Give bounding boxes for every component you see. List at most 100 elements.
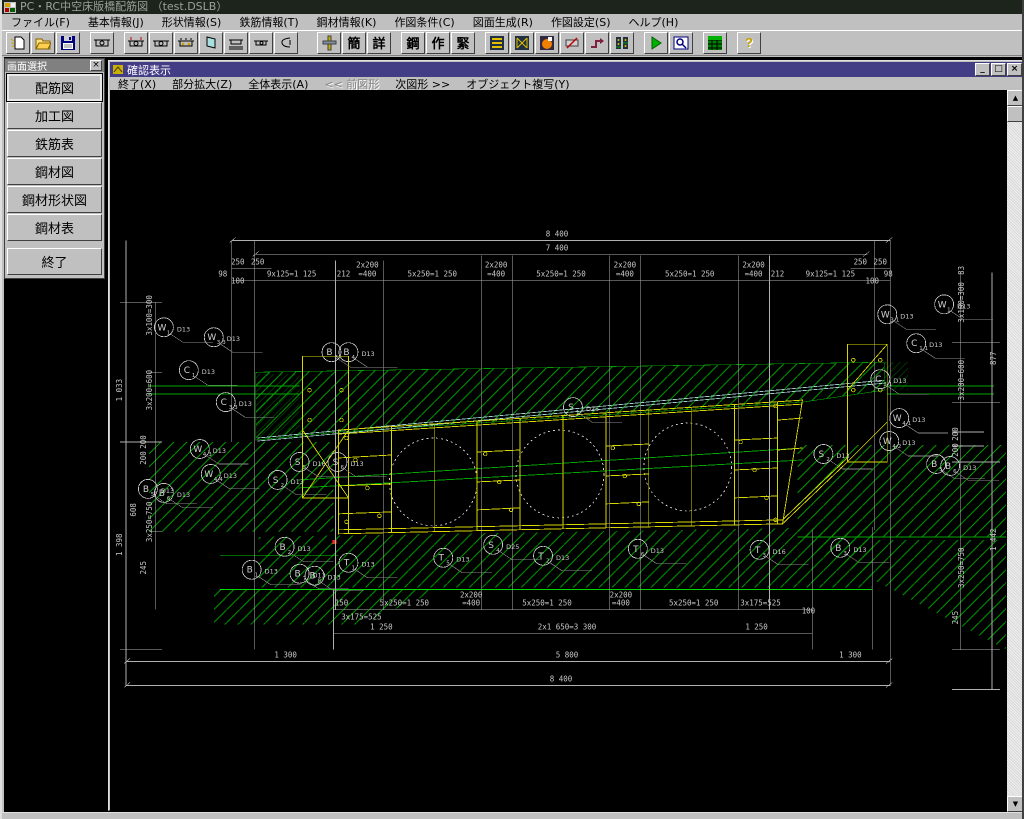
palette-close-button[interactable]: ×	[90, 60, 102, 71]
dimension-text: 877	[989, 351, 998, 364]
section-plain-button[interactable]	[149, 32, 173, 54]
menu-basic-info[interactable]: 基本情報(J)	[79, 14, 153, 30]
svg-text:D13: D13	[298, 545, 311, 553]
palette-button-steel-drawing[interactable]: 鋼材図	[7, 158, 102, 185]
svg-text:B: B	[931, 460, 937, 470]
menu-shape-info[interactable]: 形状情報(S)	[153, 14, 231, 30]
section-curve-button[interactable]	[274, 32, 298, 54]
svg-text:D13: D13	[556, 554, 569, 562]
menu-file[interactable]: ファイル(F)	[2, 14, 79, 30]
generate-drawing-button[interactable]	[535, 32, 559, 54]
svg-text:B: B	[280, 543, 286, 553]
dimension-text: 245	[139, 561, 148, 575]
scroll-thumb[interactable]	[1007, 106, 1024, 122]
svg-text:D13: D13	[651, 547, 664, 555]
svg-text:B: B	[159, 489, 165, 499]
layer-lines-button[interactable]	[485, 32, 509, 54]
preview-button[interactable]	[669, 32, 693, 54]
svg-text:2: 2	[546, 559, 549, 565]
viewer-minimize-button[interactable]: _	[975, 63, 990, 76]
dimension-text: 8 400	[550, 674, 573, 683]
palette-button-bar-arrangement[interactable]: 配筋図	[7, 74, 102, 101]
svg-text:B: B	[326, 348, 332, 358]
menu-steel-info[interactable]: 鋼材情報(K)	[308, 14, 386, 30]
dimension-text: 8 400	[546, 229, 569, 238]
dimension-text: 1 250	[745, 623, 768, 632]
scroll-track[interactable]	[1007, 122, 1024, 796]
svg-text:S: S	[488, 541, 494, 551]
tension-button[interactable]: 緊	[451, 32, 475, 54]
table-grid-button[interactable]	[703, 32, 727, 54]
section-small-icon	[252, 36, 270, 50]
svg-text:6: 6	[340, 465, 344, 471]
run-button[interactable]	[644, 32, 668, 54]
palette-exit-button[interactable]: 終了	[7, 248, 102, 275]
palette-button-rebar-table[interactable]: 鉄筋表	[7, 130, 102, 157]
svg-text:D13: D13	[291, 478, 304, 486]
section-rebar-button[interactable]	[174, 32, 198, 54]
panel-view-button[interactable]	[199, 32, 223, 54]
play-icon	[648, 35, 664, 51]
section-view-button[interactable]	[90, 32, 114, 54]
dimension-text: 9x125=1 125	[267, 269, 316, 278]
section-compare-button[interactable]	[510, 32, 534, 54]
simple-mode-button[interactable]: 簡	[342, 32, 366, 54]
scroll-down-button[interactable]: ▼	[1007, 796, 1024, 812]
svg-text:S: S	[819, 450, 825, 460]
dimension-text: 3x100=300	[145, 295, 154, 336]
svg-text:D13: D13	[902, 439, 915, 447]
orange-target-icon	[539, 35, 555, 51]
menu-rebar-info[interactable]: 鉄筋情報(T)	[230, 14, 307, 30]
svg-text:W: W	[193, 445, 202, 455]
bar-tables-button[interactable]	[610, 32, 634, 54]
cad-canvas[interactable]: 8 4007 400250250250250981009x125=1 12521…	[110, 90, 1007, 812]
new-file-button[interactable]	[6, 32, 30, 54]
dimension-text: 2x200	[614, 260, 637, 269]
svg-text:S: S	[295, 458, 301, 468]
save-file-button[interactable]	[56, 32, 80, 54]
svg-text:T: T	[754, 546, 761, 556]
scroll-up-button[interactable]: ▲	[1007, 90, 1024, 106]
make-button[interactable]: 作	[426, 32, 450, 54]
palette-button-steel-shape[interactable]: 鋼材形状図	[7, 186, 102, 213]
dimension-text: 200	[139, 435, 148, 449]
menu-help[interactable]: ヘルプ(H)	[620, 14, 688, 30]
dimension-text: 5x250=1 250	[522, 599, 572, 608]
steel-button[interactable]: 鋼	[401, 32, 425, 54]
palette-button-steel-table[interactable]: 鋼材表	[7, 214, 102, 241]
dimension-text: =400	[616, 269, 634, 278]
palette-button-fabrication[interactable]: 加工図	[7, 102, 102, 129]
svg-text:D13: D13	[328, 574, 341, 582]
help-button[interactable]: ?	[737, 32, 761, 54]
section-base-button[interactable]	[224, 32, 248, 54]
svg-text:5: 5	[151, 492, 154, 498]
open-file-button[interactable]	[31, 32, 55, 54]
section-marked-button[interactable]	[124, 32, 148, 54]
rebar-assembly-button[interactable]	[317, 32, 341, 54]
viewer-maximize-button[interactable]: □	[991, 63, 1006, 76]
viewer-close-button[interactable]: ×	[1007, 63, 1022, 76]
dimension-text: 608	[129, 503, 138, 517]
menu-drawing-generate[interactable]: 図面生成(R)	[464, 14, 542, 30]
viewer-icon	[112, 64, 124, 75]
svg-text:1: 1	[576, 410, 579, 416]
detail-mode-button[interactable]: 詳	[367, 32, 391, 54]
route-line-button[interactable]	[585, 32, 609, 54]
red-marker	[333, 540, 337, 544]
svg-text:5: 5	[303, 465, 306, 471]
svg-text:D13: D13	[912, 416, 925, 424]
menu-draw-settings[interactable]: 作図設定(S)	[542, 14, 620, 30]
menu-draw-conditions[interactable]: 作図条件(C)	[385, 14, 463, 30]
dimension-text: 5x250=1 250	[665, 269, 715, 278]
dimension-text: 3x250=750	[145, 501, 154, 542]
dimension-text: 3x200=600	[145, 369, 154, 410]
vertical-scrollbar[interactable]: ▲ ▼	[1007, 90, 1024, 812]
app-title: PC・RC中空床版橋配筋図 （test.DSLB）	[20, 0, 227, 14]
svg-text:D13: D13	[361, 561, 374, 569]
svg-text:D16: D16	[313, 460, 326, 468]
svg-text:D13: D13	[853, 546, 866, 554]
svg-text:4: 4	[351, 355, 355, 361]
app-titlebar: PC・RC中空床版橋配筋図 （test.DSLB）	[2, 0, 1024, 14]
section-cut-button[interactable]	[560, 32, 584, 54]
section-small-button[interactable]	[249, 32, 273, 54]
